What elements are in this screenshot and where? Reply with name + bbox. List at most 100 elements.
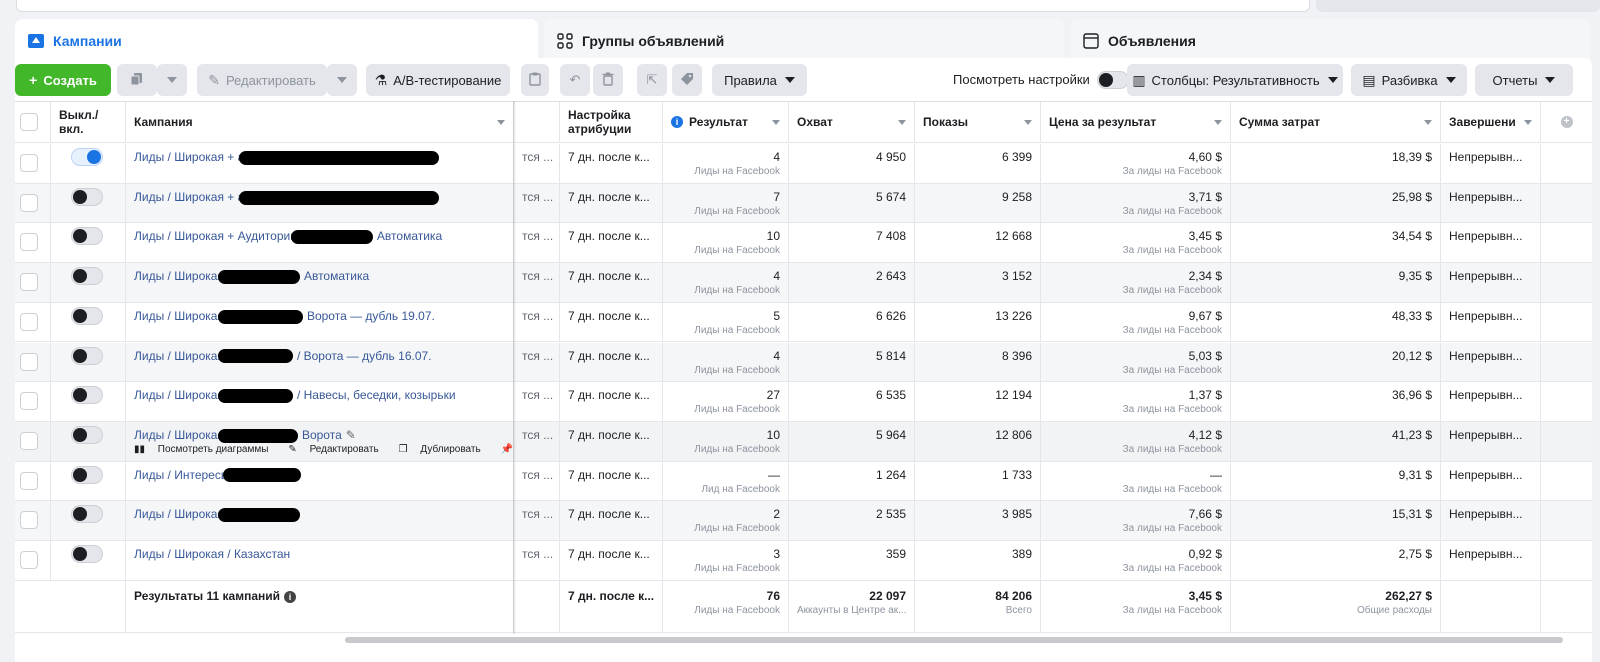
view-charts-link[interactable]: ▮▮ Посмотреть диаграммы <box>134 444 278 455</box>
header-ends[interactable]: Завершени <box>1441 102 1541 142</box>
attribution-cell: 7 дн. после к... <box>560 382 663 421</box>
select-all-checkbox[interactable] <box>20 113 38 131</box>
tab-ad-sets[interactable]: Группы объявлений <box>544 19 1064 63</box>
reports-button[interactable]: Отчеты <box>1475 64 1573 96</box>
delivery-cell: тся ... <box>514 421 560 461</box>
header-cost-per-result[interactable]: Цена за результат <box>1041 102 1231 142</box>
totals-result: 76 Лиды на Facebook <box>663 580 789 632</box>
campaign-name-link[interactable]: Лиды / Широкая <box>134 269 224 283</box>
row-checkbox[interactable] <box>20 551 38 569</box>
row-checkbox[interactable] <box>20 392 38 411</box>
row-checkbox[interactable] <box>20 233 38 252</box>
table-row[interactable]: Лиды / Широкая + Аудитории Автоматика тся… <box>15 223 1592 264</box>
tab-ads[interactable]: Объявления <box>1070 19 1591 63</box>
table-row[interactable]: Лиды / Широкая Ворота — дубль 19.07. тся … <box>15 302 1592 343</box>
edit-link[interactable]: ✎ Редактировать <box>288 444 388 455</box>
row-checkbox[interactable] <box>20 352 38 371</box>
campaign-name-suffix[interactable]: / Ворота — дубль 16.07. <box>297 349 432 363</box>
row-checkbox[interactable] <box>20 273 38 292</box>
spend-cell: 48,33 $ <box>1231 302 1441 342</box>
campaign-toggle[interactable] <box>71 267 103 286</box>
campaign-toggle[interactable] <box>71 386 103 405</box>
grid-icon <box>556 32 574 50</box>
row-actions: ▮▮ Посмотреть диаграммы ✎ Редактировать ❐ … <box>134 444 513 455</box>
campaign-toggle[interactable] <box>71 187 103 206</box>
folder-icon <box>27 32 45 50</box>
row-checkbox[interactable] <box>20 431 38 450</box>
preview-button[interactable]: ⇱ <box>637 64 667 96</box>
header-result[interactable]: i Результат <box>663 102 789 142</box>
campaign-name-link[interactable]: Лиды / Широкая + Аудитории <box>134 229 297 243</box>
campaign-toggle[interactable] <box>71 148 103 166</box>
campaign-name-suffix[interactable]: / Навесы, беседки, козырьки <box>297 388 456 402</box>
campaign-toggle[interactable] <box>71 346 103 365</box>
duplicate-link[interactable]: ❐ Дублировать <box>399 444 491 455</box>
add-column-cell[interactable]: + <box>1541 102 1592 142</box>
undo-button[interactable]: ↶ <box>560 64 590 96</box>
header-spend[interactable]: Сумма затрат <box>1231 102 1441 142</box>
campaign-toggle[interactable] <box>71 465 103 484</box>
header-impressions[interactable]: Показы <box>915 102 1041 142</box>
pencil-icon[interactable]: ✎ <box>346 428 356 442</box>
campaign-name-suffix[interactable]: Автоматика <box>377 229 442 243</box>
row-checkbox[interactable] <box>20 511 38 530</box>
campaign-name-suffix[interactable]: Ворота <box>302 428 342 442</box>
row-checkbox[interactable] <box>20 154 38 172</box>
campaign-toggle[interactable] <box>71 227 103 246</box>
header-onoff[interactable]: Выкл./ вкл. <box>51 102 126 142</box>
create-button[interactable]: + Создать <box>15 64 111 96</box>
header-reach[interactable]: Охват <box>789 102 915 142</box>
campaign-toggle[interactable] <box>71 425 103 444</box>
table-row[interactable]: Лиды / Широкая тся ... 7 дн. после к... … <box>15 501 1592 541</box>
campaign-name-link[interactable]: Лиды / Широкая <box>134 388 224 402</box>
campaign-toggle[interactable] <box>71 505 103 524</box>
spend-cell: 9,35 $ <box>1231 263 1441 302</box>
tag-button[interactable] <box>672 64 702 96</box>
row-checkbox[interactable] <box>20 471 38 490</box>
totals-cost-per-result: 3,45 $ За лиды на Facebook <box>1041 580 1231 632</box>
campaign-name-link[interactable]: Лиды / Широкая <box>134 349 224 363</box>
horizontal-scrollbar[interactable] <box>345 637 1563 643</box>
header-campaign[interactable]: Кампания <box>126 102 514 142</box>
campaign-name-link[interactable]: Лиды / Широкая <box>134 309 224 323</box>
pin-icon[interactable]: 📌 <box>501 444 513 455</box>
campaign-name-suffix[interactable]: Автоматика <box>304 269 369 283</box>
campaign-name-link[interactable]: Лиды / Широкая <box>134 428 224 442</box>
delete-button[interactable] <box>593 64 623 96</box>
table-row[interactable]: Лиды / Широкая Автоматика тся ... 7 дн. п… <box>15 263 1592 303</box>
table-row[interactable]: Лиды / Интересы тся ... 7 дн. после к...… <box>15 461 1592 502</box>
delivery-cell: тся ... <box>514 144 560 183</box>
table-row[interactable]: Лиды / Широкая Ворота ✎ ▮▮ Посмотреть диагр… <box>15 421 1592 462</box>
campaign-toggle[interactable] <box>71 545 103 563</box>
duplicate-button[interactable] <box>117 64 157 96</box>
campaign-toggle[interactable] <box>71 306 103 325</box>
table-row[interactable]: Лиды / Широкая + аудит. тся ... 7 дн. по… <box>15 183 1592 224</box>
rules-button[interactable]: Правила <box>712 64 807 96</box>
row-checkbox[interactable] <box>20 312 38 331</box>
row-checkbox[interactable] <box>20 193 38 212</box>
search-input[interactable] <box>16 0 1310 12</box>
table-row[interactable]: Лиды / Широкая + аудит. тся ... 7 дн. по… <box>15 144 1592 184</box>
campaign-name-link[interactable]: Лиды / Широкая / Казахстан <box>134 547 290 561</box>
table-row[interactable]: Лиды / Широкая / Казахстан тся ... 7 дн.… <box>15 541 1592 581</box>
tab-campaigns[interactable]: Кампании <box>15 19 538 63</box>
header-delivery[interactable] <box>514 102 560 142</box>
campaign-name-suffix[interactable]: Ворота — дубль 19.07. <box>307 309 435 323</box>
campaign-name-cell: Лиды / Широкая Автоматика <box>126 263 514 302</box>
ab-test-button[interactable]: ⚗ A/B-тестирование <box>366 64 510 96</box>
row-toggle-cell <box>51 263 126 302</box>
campaign-name-link[interactable]: Лиды / Широкая <box>134 507 224 521</box>
breakdown-button[interactable]: ▤ Разбивка <box>1351 64 1467 96</box>
header-attribution[interactable]: Настройка атрибуции <box>560 102 663 142</box>
clipboard-button[interactable] <box>521 64 549 96</box>
campaign-name-link[interactable]: Лиды / Интересы <box>134 468 229 482</box>
edit-dropdown[interactable] <box>327 64 357 96</box>
result-cell: 4 Лиды на Facebook <box>663 263 789 302</box>
table-row[interactable]: Лиды / Широкая / Ворота — дубль 16.07. тс… <box>15 342 1592 383</box>
spend-cell: 25,98 $ <box>1231 183 1441 223</box>
edit-button[interactable]: ✎ Редактировать <box>197 64 327 96</box>
table-row[interactable]: Лиды / Широкая / Навесы, беседки, козырьк… <box>15 382 1592 422</box>
duplicate-dropdown[interactable] <box>157 64 187 96</box>
view-settings-toggle[interactable] <box>1097 71 1129 92</box>
columns-button[interactable]: ▥ Столбцы: Результативность <box>1127 64 1343 96</box>
